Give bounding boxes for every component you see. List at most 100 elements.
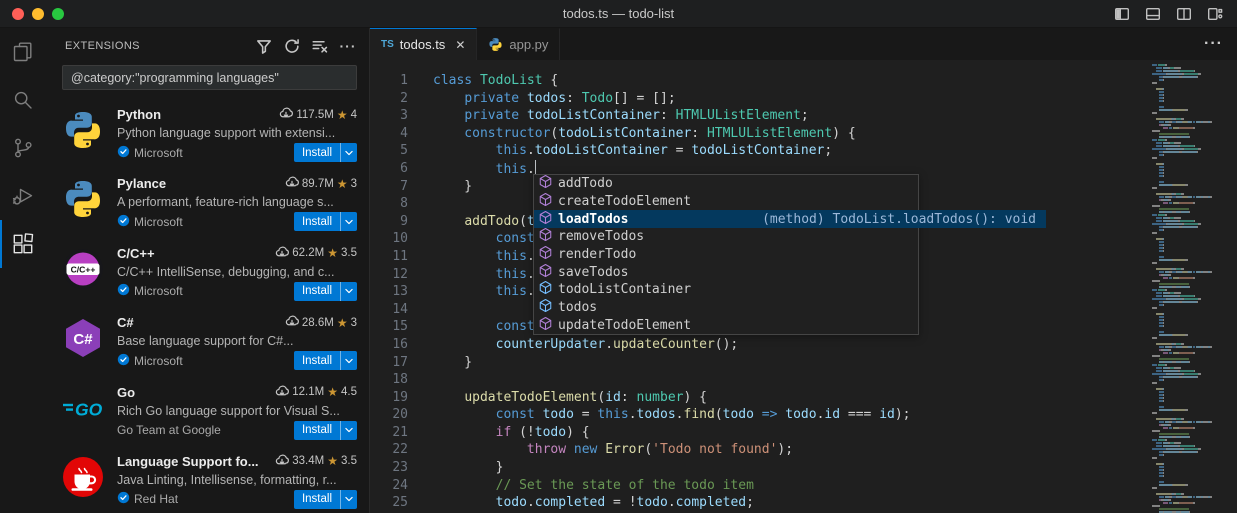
- code-line: 1class TodoList {: [370, 72, 1237, 90]
- suggest-item-label: renderTodo: [558, 247, 636, 262]
- extension-item[interactable]: C# C# 28.6M ★ 3 Base language support fo…: [45, 306, 369, 375]
- minimap[interactable]: [1148, 60, 1237, 513]
- line-number: 18: [370, 371, 408, 389]
- download-count: 33.4M: [292, 455, 324, 467]
- svg-text:GO: GO: [75, 399, 103, 419]
- install-dropdown-chevron-icon[interactable]: [340, 143, 357, 162]
- suggest-item-label: updateTodoElement: [558, 318, 691, 333]
- symbol-method-icon: [538, 263, 553, 282]
- activity-bar-search-icon[interactable]: [0, 76, 45, 124]
- code-line: 17 }: [370, 354, 1237, 372]
- toggle-panel-button-icon[interactable]: [1145, 6, 1161, 22]
- suggest-item-addTodo[interactable]: addTodo: [534, 175, 918, 193]
- install-dropdown-chevron-icon[interactable]: [340, 351, 357, 370]
- tab-todos.ts[interactable]: TStodos.ts✕: [370, 28, 477, 60]
- suggest-item-label: saveTodos: [558, 265, 628, 280]
- install-button[interactable]: Install: [294, 421, 340, 440]
- suggest-item-saveTodos[interactable]: saveTodos: [534, 263, 918, 281]
- install-dropdown-chevron-icon[interactable]: [340, 490, 357, 509]
- download-count: 62.2M: [292, 247, 324, 259]
- symbol-method-icon: [538, 210, 553, 229]
- download-count: 117.5M: [296, 109, 334, 121]
- verified-publisher-icon: [117, 283, 130, 299]
- activity-bar-source-control-icon[interactable]: [0, 124, 45, 172]
- extensions-list: Python 117.5M ★ 4 Python language suppor…: [45, 98, 369, 513]
- line-number: 12: [370, 266, 408, 284]
- extension-item[interactable]: Pylance 89.7M ★ 3 A performant, feature-…: [45, 167, 369, 236]
- toggle-secondary-sidebar-button-icon[interactable]: [1176, 6, 1192, 22]
- verified-publisher-icon: [117, 491, 130, 507]
- suggest-item-loadTodos[interactable]: loadTodos(method) TodoList.loadTodos(): …: [534, 210, 1046, 228]
- install-button[interactable]: Install: [294, 212, 340, 231]
- close-button[interactable]: [12, 8, 24, 20]
- line-number: 8: [370, 195, 408, 213]
- svg-text:C/C++: C/C++: [71, 264, 96, 274]
- zoom-button[interactable]: [52, 8, 64, 20]
- extension-item[interactable]: Language Support fo... 33.4M ★ 3.5 Java …: [45, 445, 369, 513]
- intellisense-suggest-widget: addTodocreateTodoElementloadTodos(method…: [533, 174, 919, 335]
- line-number: 1: [370, 72, 408, 90]
- install-button[interactable]: Install: [294, 351, 340, 370]
- close-tab-icon[interactable]: ✕: [455, 38, 465, 52]
- extension-item[interactable]: Python 117.5M ★ 4 Python language suppor…: [45, 98, 369, 167]
- install-dropdown-chevron-icon[interactable]: [340, 421, 357, 440]
- extension-description: Rich Go language support for Visual S...: [117, 404, 357, 418]
- suggest-item-renderTodo[interactable]: renderTodo: [534, 246, 918, 264]
- suggest-item-createTodoElement[interactable]: createTodoElement: [534, 193, 918, 211]
- toggle-primary-sidebar-button-icon[interactable]: [1114, 6, 1130, 22]
- download-count: 12.1M: [292, 386, 324, 398]
- star-icon: ★: [337, 177, 348, 191]
- more-actions-icon[interactable]: ···: [1204, 35, 1223, 53]
- activity-bar: [0, 28, 45, 513]
- line-number: 11: [370, 248, 408, 266]
- suggest-item-todoListContainer[interactable]: todoListContainer: [534, 281, 918, 299]
- code-line: 22 throw new Error('Todo not found');: [370, 441, 1237, 459]
- tab-app.py[interactable]: app.py: [477, 28, 560, 60]
- line-number: 16: [370, 336, 408, 354]
- code-line: 23 }: [370, 459, 1237, 477]
- install-dropdown-chevron-icon[interactable]: [340, 282, 357, 301]
- rating: 4.5: [341, 386, 357, 398]
- refresh-icon[interactable]: [283, 37, 301, 55]
- views-and-more-actions-icon[interactable]: ···: [339, 37, 357, 55]
- python-extension-logo-icon: [62, 109, 104, 151]
- install-dropdown-chevron-icon[interactable]: [340, 212, 357, 231]
- download-count-icon: [285, 175, 299, 192]
- activity-bar-run-and-debug-icon[interactable]: [0, 172, 45, 220]
- suggest-item-label: addTodo: [558, 176, 613, 191]
- extension-description: Base language support for C#...: [117, 334, 357, 348]
- publisher-name: Red Hat: [134, 492, 178, 506]
- code-line: 25 todo.completed = !todo.completed;: [370, 494, 1237, 512]
- install-button[interactable]: Install: [294, 143, 340, 162]
- extensions-search-input[interactable]: [62, 65, 357, 90]
- symbol-method-icon: [538, 192, 553, 211]
- minimize-button[interactable]: [32, 8, 44, 20]
- install-button[interactable]: Install: [294, 282, 340, 301]
- rating: 3: [351, 317, 357, 329]
- suggest-item-removeTodos[interactable]: removeTodos: [534, 228, 918, 246]
- rating: 3: [351, 178, 357, 190]
- symbol-method-icon: [538, 316, 553, 335]
- line-number: 25: [370, 494, 408, 512]
- install-button[interactable]: Install: [294, 490, 340, 509]
- go-extension-logo-icon: GO: [62, 387, 104, 429]
- code-editor[interactable]: 1class TodoList {2 private todos: Todo[]…: [370, 60, 1237, 513]
- activity-bar-extensions-icon[interactable]: [0, 220, 45, 268]
- extension-item[interactable]: C/C++ C/C++ 62.2M ★ 3.5 C/C++ IntelliSen…: [45, 237, 369, 306]
- download-count-icon: [285, 314, 299, 331]
- code-line: 20 const todo = this.todos.find(todo => …: [370, 406, 1237, 424]
- extension-item[interactable]: GO Go 12.1M ★ 4.5 Rich Go language suppo…: [45, 376, 369, 445]
- java-extension-logo-icon: [62, 456, 104, 498]
- suggest-item-todos[interactable]: todos: [534, 299, 918, 317]
- filter-extensions-icon[interactable]: [255, 37, 273, 55]
- cpp-extension-logo-icon: C/C++: [62, 248, 104, 290]
- customize-layout-button-icon[interactable]: [1207, 6, 1223, 22]
- line-number: 2: [370, 90, 408, 108]
- clear-extension-search-results-icon[interactable]: [311, 37, 329, 55]
- star-icon: ★: [327, 246, 338, 260]
- publisher-name: Microsoft: [134, 354, 183, 368]
- suggest-item-updateTodoElement[interactable]: updateTodoElement: [534, 317, 918, 335]
- verified-publisher-icon: [117, 353, 130, 369]
- extension-name: Pylance: [117, 176, 166, 191]
- activity-bar-explorer-icon[interactable]: [0, 28, 45, 76]
